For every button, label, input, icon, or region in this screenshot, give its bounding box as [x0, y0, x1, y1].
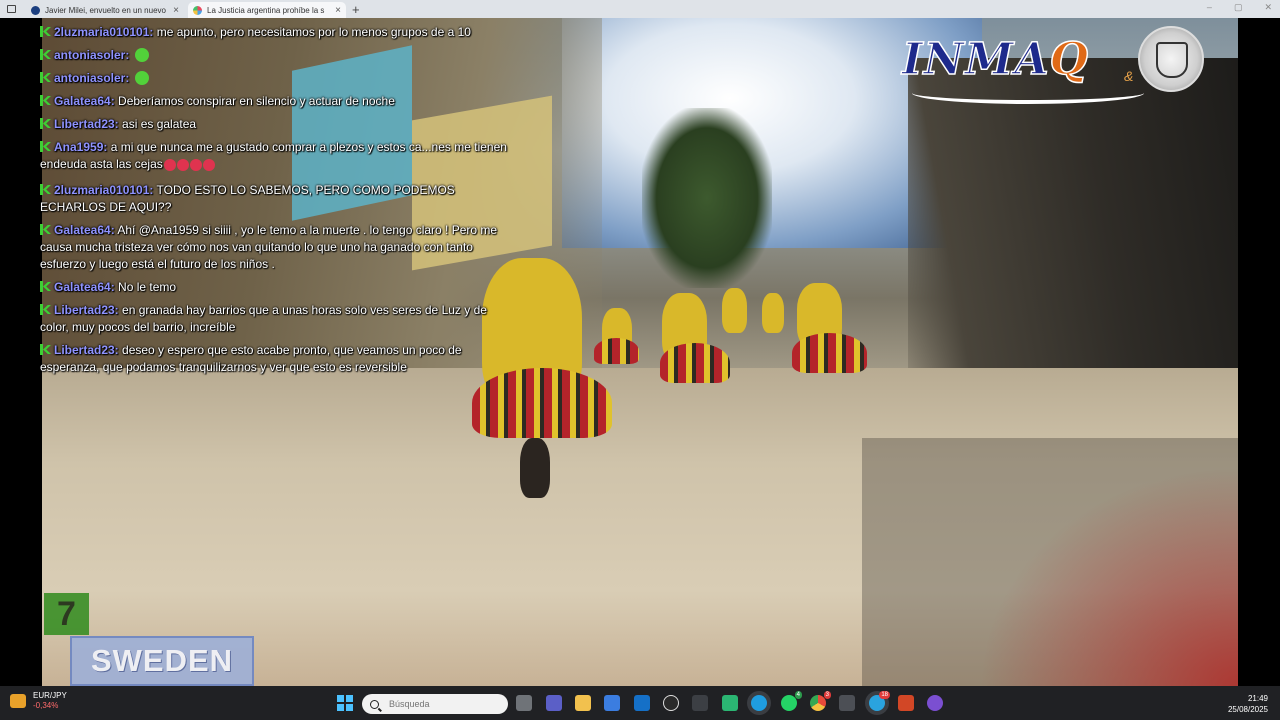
tab-title: Javier Milei, envuelto en un nuevo: [45, 5, 166, 15]
chat-text: Deberíamos conspirar en silencio y actua…: [118, 94, 395, 108]
logo-ampersand: &: [1124, 68, 1134, 84]
minimize-icon[interactable]: –: [1207, 2, 1212, 13]
ticker-change: -0,34%: [33, 701, 59, 710]
chat-message: Galatea64: Ahí @Ana1959 si siiii , yo le…: [40, 222, 510, 273]
market-widget[interactable]: EUR/JPY -0,34%: [10, 691, 67, 711]
close-window-icon[interactable]: ✕: [1264, 2, 1272, 13]
chat-message: 2luzmaria010101: TODO ESTO LO SABEMOS, P…: [40, 182, 510, 216]
search-input[interactable]: [387, 698, 491, 710]
angry-emoji-icon: [163, 159, 215, 176]
chat-username[interactable]: Galatea64:: [54, 94, 115, 108]
logo-wordmark: INMAQ: [901, 33, 1089, 86]
search-icon: [370, 699, 379, 709]
live-chat-overlay: 2luzmaria010101: me apunto, pero necesit…: [40, 24, 510, 382]
chat-text: me apunto, pero necesitamos por lo menos…: [156, 25, 471, 39]
tab-title: La Justicia argentina prohíbe la s: [207, 5, 325, 15]
chat-username[interactable]: Ana1959:: [54, 140, 107, 154]
openai-icon[interactable]: [663, 695, 679, 711]
powerpoint-icon[interactable]: [898, 695, 914, 711]
chat-text: No le temo: [118, 280, 177, 294]
editor-icon[interactable]: [722, 695, 738, 711]
window-controls: – ▢ ✕: [1207, 2, 1272, 13]
chat-text: a mi que nunca me a gustado comprar a pl…: [40, 140, 507, 171]
chat-username[interactable]: 2luzmaria010101:: [54, 183, 153, 197]
moderator-badge-icon: [40, 72, 51, 83]
chat-message: Galatea64: No le temo: [40, 279, 510, 296]
browser-tab-strip: Javier Milei, envuelto en un nuevo × La …: [0, 0, 1280, 18]
new-tab-button[interactable]: +: [352, 2, 360, 18]
chat-message: Galatea64: Deberíamos conspirar en silen…: [40, 93, 510, 110]
chat-message: 2luzmaria010101: me apunto, pero necesit…: [40, 24, 510, 41]
store-icon[interactable]: [604, 695, 620, 711]
outlook-icon[interactable]: [634, 695, 650, 711]
moderator-badge-icon: [40, 118, 51, 129]
logo-seal-icon: [1138, 26, 1204, 92]
chat-message: antoniasoler:: [40, 70, 510, 87]
video-scene-tree: [642, 108, 772, 288]
currency-icon: [10, 694, 26, 708]
rank-number: 7: [44, 593, 89, 635]
whatsapp-icon[interactable]: 4: [781, 691, 802, 711]
app-icon[interactable]: [692, 695, 708, 711]
chat-message: Ana1959: a mi que nunca me a gustado com…: [40, 139, 510, 176]
telegram-icon[interactable]: 18: [869, 691, 890, 711]
emote-icon: [134, 48, 149, 62]
ticker-symbol: EUR/JPY: [33, 691, 67, 700]
tab-actions-menu[interactable]: [0, 0, 22, 18]
chrome-icon[interactable]: 3: [810, 691, 831, 711]
system-clock[interactable]: 21:49 25/08/2025: [1228, 693, 1268, 715]
chat-username[interactable]: Libertad23:: [54, 343, 119, 357]
moderator-badge-icon: [40, 281, 51, 292]
chat-message: antoniasoler:: [40, 47, 510, 64]
app-icon[interactable]: [839, 695, 855, 711]
windows-taskbar: EUR/JPY -0,34% 4 3 18 21:49 25/08/2025: [0, 686, 1280, 720]
logo-swoosh: [912, 82, 1144, 104]
moderator-badge-icon: [40, 26, 51, 37]
moderator-badge-icon: [40, 224, 51, 235]
chat-username[interactable]: 2luzmaria010101:: [54, 25, 153, 39]
chat-message: Libertad23: asi es galatea: [40, 116, 510, 133]
clock-date: 25/08/2025: [1227, 705, 1268, 714]
whatsapp-badge: 4: [794, 691, 802, 699]
moderator-badge-icon: [40, 304, 51, 315]
browser-tab-2[interactable]: La Justicia argentina prohíbe la s ×: [188, 2, 346, 18]
moderator-badge-icon: [40, 141, 51, 152]
file-explorer-icon[interactable]: [575, 695, 591, 711]
chrome-badge: 3: [823, 691, 831, 699]
moderator-badge-icon: [40, 344, 51, 355]
close-tab-icon[interactable]: ×: [173, 5, 179, 16]
chat-message: Libertad23: en granada hay barrios que a…: [40, 302, 510, 336]
tab-actions-icon: [6, 5, 16, 13]
moderator-badge-icon: [40, 49, 51, 60]
task-view-icon[interactable]: [516, 695, 532, 711]
site-favicon-icon: [31, 5, 40, 15]
chat-message: Libertad23: deseo y espero que esto acab…: [40, 342, 510, 376]
moderator-badge-icon: [40, 95, 51, 106]
browser-tab-1[interactable]: Javier Milei, envuelto en un nuevo ×: [26, 2, 184, 18]
chat-username[interactable]: antoniasoler:: [54, 48, 129, 62]
teams-icon[interactable]: [546, 695, 562, 711]
chat-text: asi es galatea: [122, 117, 197, 131]
chat-username[interactable]: Galatea64:: [54, 280, 115, 294]
chat-username[interactable]: Libertad23:: [54, 117, 119, 131]
clock-time: 21:49: [1247, 694, 1268, 703]
edge-icon[interactable]: [751, 695, 767, 711]
video-scene-red-glow: [978, 466, 1238, 686]
emote-icon: [134, 71, 149, 85]
chat-username[interactable]: Libertad23:: [54, 303, 119, 317]
close-tab-icon[interactable]: ×: [335, 5, 341, 16]
maximize-icon[interactable]: ▢: [1234, 2, 1243, 13]
start-button[interactable]: [337, 695, 353, 711]
moderator-badge-icon: [40, 184, 51, 195]
telegram-badge: 18: [879, 691, 890, 699]
site-favicon-icon: [193, 5, 202, 15]
chat-username[interactable]: Galatea64:: [54, 223, 115, 237]
app-icon[interactable]: [927, 695, 943, 711]
country-label: SWEDEN: [70, 636, 254, 686]
taskbar-search[interactable]: [362, 694, 508, 714]
channel-logo: INMAQ &: [901, 26, 1204, 104]
chat-username[interactable]: antoniasoler:: [54, 71, 129, 85]
